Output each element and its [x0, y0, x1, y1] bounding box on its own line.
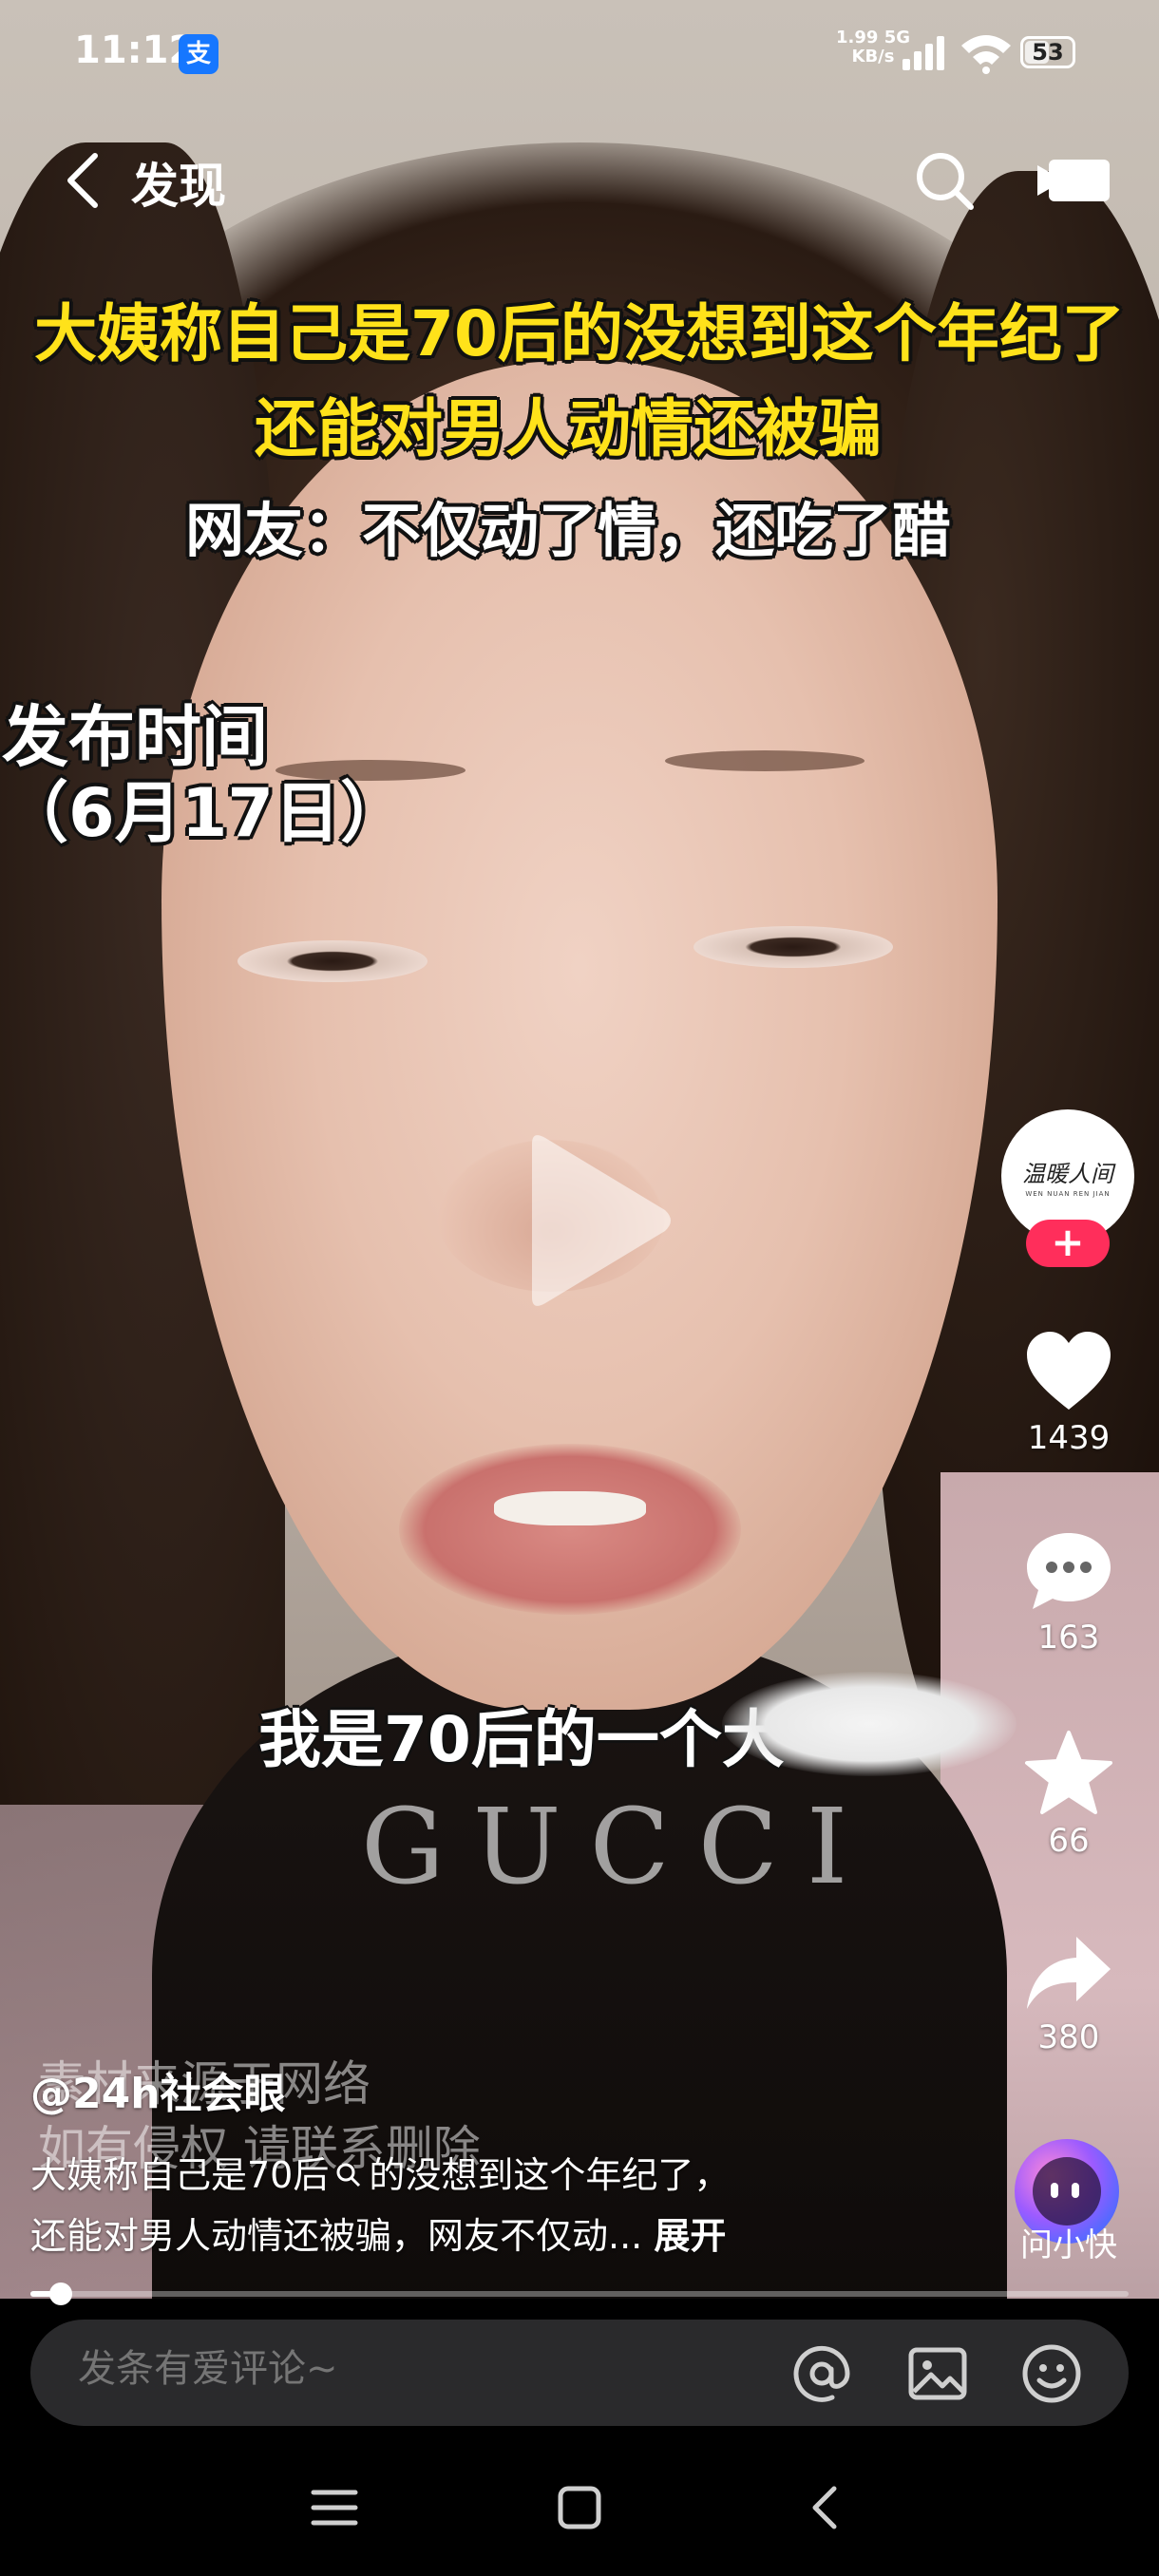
camera-icon[interactable]	[1036, 154, 1112, 207]
eye	[238, 940, 428, 982]
share-count: 380	[1037, 2018, 1100, 2056]
ai-assistant-label[interactable]: 问小快	[988, 2219, 1150, 2265]
description-text: 的没想到这个年纪了，	[369, 2154, 731, 2196]
spoken-subtitle: 我是70后的一个大	[258, 1703, 785, 1776]
follow-button[interactable]: +	[1026, 1220, 1110, 1267]
video-caption-line2: 还能对男人动情还被骗	[255, 392, 882, 465]
system-navigation-bar	[0, 2432, 1159, 2576]
subtitle-blur	[722, 1672, 1016, 1776]
progress-handle[interactable]	[49, 2282, 73, 2305]
like-count: 1439	[1027, 1419, 1111, 1457]
battery-icon: 53	[1020, 36, 1075, 68]
publish-time-date: （6月17日）	[2, 774, 408, 852]
top-nav: 发现	[0, 133, 1159, 228]
lips	[399, 1444, 741, 1615]
description-text: 大姨称自己是70后	[30, 2154, 330, 2196]
menu-icon[interactable]	[306, 2483, 363, 2532]
page-title[interactable]: 发现	[131, 148, 226, 217]
comment-button[interactable]: 163	[988, 1529, 1150, 1657]
net-speed-value: 1.99	[836, 28, 879, 47]
search-icon[interactable]	[912, 148, 978, 215]
chat-bubble-icon	[1027, 1533, 1111, 1609]
favorite-button[interactable]: 66	[988, 1729, 1150, 1860]
share-button[interactable]: 380	[988, 1933, 1150, 2056]
sweater-logo: GUCCI	[361, 1786, 877, 1907]
description-line2: 还能对男人动情还被骗，网友不仅动... 展开	[30, 2206, 904, 2266]
description-text: 还能对男人动情还被骗，网友不仅动...	[30, 2215, 643, 2257]
home-icon[interactable]	[551, 2483, 608, 2532]
teeth	[494, 1491, 646, 1525]
video-caption-line1: 大姨称自己是70后的没想到这个年纪了	[34, 297, 1125, 370]
star-icon	[1025, 1731, 1112, 1814]
description-line1: 大姨称自己是70后 的没想到这个年纪了，	[30, 2145, 904, 2206]
comment-bar	[30, 2320, 1129, 2426]
network-speed: 1.99 5G KB/s	[836, 28, 910, 66]
post-description[interactable]: 大姨称自己是70后 的没想到这个年纪了， 还能对男人动情还被骗，网友不仅动... …	[30, 2145, 904, 2266]
back-icon[interactable]	[798, 2483, 855, 2532]
expand-link[interactable]: 展开	[654, 2215, 726, 2257]
clock: 11:12	[74, 28, 196, 72]
status-bar: 11:12 支 1.99 5G KB/s 53	[0, 0, 1159, 104]
author-name[interactable]: @24h社会眼	[30, 2059, 286, 2120]
favorite-count: 66	[1048, 1822, 1090, 1860]
eye	[694, 926, 893, 968]
video-progress-bar[interactable]	[30, 2282, 1129, 2305]
eyebrow	[665, 750, 864, 771]
alipay-notification-icon: 支	[179, 34, 218, 74]
avatar-logo-text: 温暖人间	[1022, 1160, 1113, 1187]
video-caption-line3: 网友：不仅动了情，还吃了醋	[184, 496, 951, 565]
avatar-logo-subtext: WEN NUAN REN JIAN	[1025, 1189, 1111, 1198]
wifi-icon	[961, 35, 1011, 74]
net-speed-unit: KB/s	[851, 47, 895, 66]
like-button[interactable]: 1439	[988, 1330, 1150, 1457]
chevron-left-icon[interactable]	[59, 150, 112, 211]
play-icon[interactable]	[513, 1130, 674, 1311]
comment-input[interactable]	[76, 2346, 745, 2392]
share-arrow-icon	[1027, 1937, 1111, 2009]
heart-icon	[1027, 1332, 1111, 1410]
image-icon[interactable]	[906, 2342, 969, 2405]
at-icon[interactable]	[790, 2342, 853, 2405]
search-icon[interactable]	[334, 2161, 363, 2189]
emoji-icon[interactable]	[1020, 2342, 1083, 2405]
comment-count: 163	[1037, 1619, 1100, 1657]
battery-percent: 53	[1032, 39, 1064, 66]
signal-icon	[902, 36, 944, 70]
